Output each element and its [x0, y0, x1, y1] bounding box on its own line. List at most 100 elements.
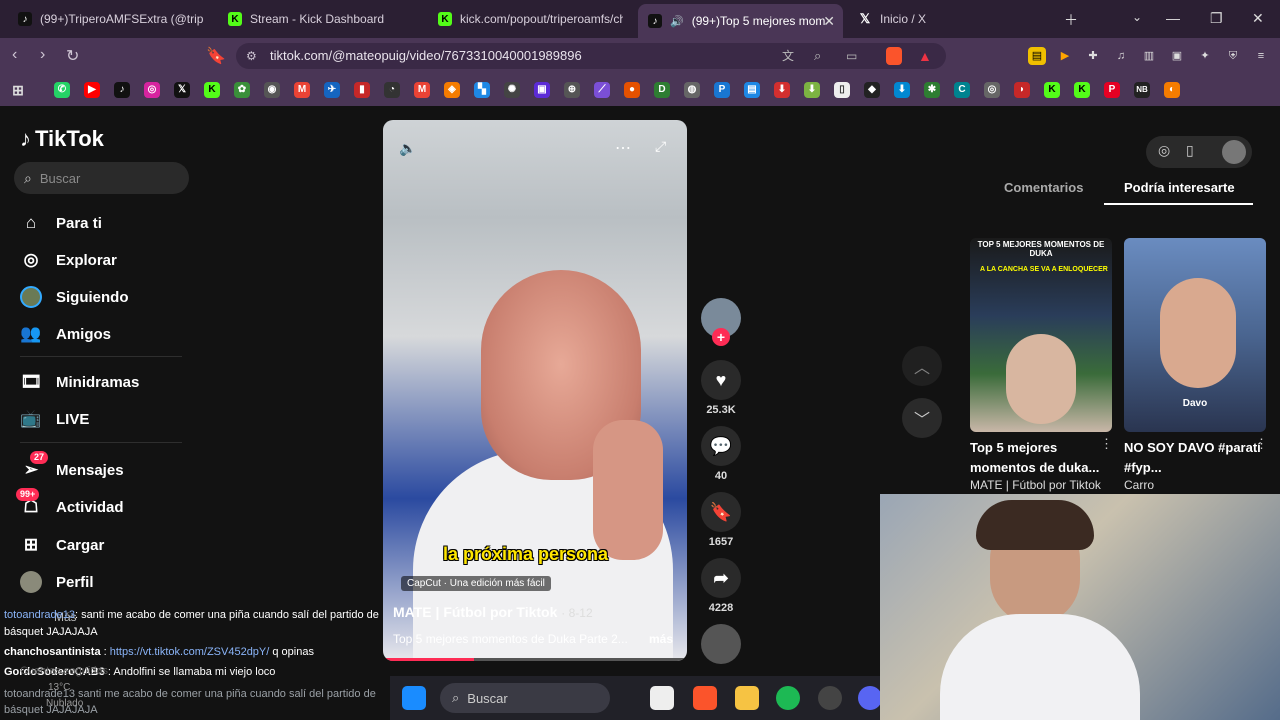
download-icon[interactable]: ⬇	[774, 82, 790, 98]
tab-podria-interesarte[interactable]: Podría interesarte	[1124, 180, 1235, 195]
nav-cargar[interactable]: ⊞ Cargar	[20, 534, 104, 556]
like-button[interactable]: ♥ 25.3K	[700, 360, 742, 416]
brave-shield-icon[interactable]	[886, 47, 902, 65]
nav-mensajes[interactable]: ➢ 27 Mensajes	[20, 451, 124, 481]
zoom-icon[interactable]: ⌕	[814, 43, 821, 69]
bookmark-icon[interactable]: D	[654, 82, 670, 98]
puzzle-icon[interactable]: ✚	[1084, 47, 1102, 65]
x-icon[interactable]: 𝕏	[174, 82, 190, 98]
kick-icon[interactable]: K	[1044, 82, 1060, 98]
tab-kick-popout[interactable]: K kick.com/popout/triperoamfs/ch	[428, 4, 633, 34]
vpn-icon[interactable]: ⛨	[1224, 47, 1242, 65]
bookmark-icon[interactable]: ✺	[504, 82, 520, 98]
tab-kick-dashboard[interactable]: K Stream - Kick Dashboard	[218, 4, 423, 34]
bookmark-icon[interactable]: ●	[624, 82, 640, 98]
whatsapp-icon[interactable]: ✆	[54, 82, 70, 98]
bookmark-icon[interactable]: ◉	[264, 82, 280, 98]
more-link[interactable]: más	[649, 632, 673, 646]
bookmark-icon[interactable]: ◍	[684, 82, 700, 98]
nav-siguiendo[interactable]: Siguiendo	[20, 286, 129, 308]
more-vertical-icon[interactable]: ⋮	[1100, 436, 1113, 452]
tiktok-icon[interactable]: ♪	[114, 82, 130, 98]
chevron-down-icon[interactable]: ⌄	[1132, 10, 1142, 24]
docs-icon[interactable]: ▤	[744, 82, 760, 98]
bookmark-icon[interactable]: ⟋	[594, 82, 610, 98]
extension-icon[interactable]: ▤	[1028, 47, 1046, 65]
author-avatar-button[interactable]: +	[700, 298, 742, 346]
avatar[interactable]	[1222, 140, 1246, 164]
chat-link[interactable]: https://vt.tiktok.com/ZSV452dpY/	[110, 646, 270, 658]
bookmark-icon[interactable]: ⊕	[564, 82, 580, 98]
music-disc-button[interactable]	[700, 624, 742, 668]
pinterest-icon[interactable]: P	[1104, 82, 1120, 98]
download-icon[interactable]: ⬇	[894, 82, 910, 98]
paypal-icon[interactable]: P	[714, 82, 730, 98]
recommended-title-1[interactable]: Top 5 mejores momentos de duka...	[970, 438, 1110, 478]
bookmark-icon[interactable]: ✈	[324, 82, 340, 98]
new-tab-icon[interactable]: ＋	[1064, 10, 1078, 30]
file-explorer-icon[interactable]	[735, 686, 759, 710]
back-icon[interactable]: ‹	[12, 46, 17, 64]
capcut-label[interactable]: CapCut · Una edición más fácil	[401, 576, 551, 591]
site-info-icon[interactable]: ⚙	[246, 43, 257, 69]
tab-comentarios[interactable]: Comentarios	[1004, 180, 1083, 195]
url-field[interactable]: ⚙ tiktok.com/@mateopuig/video/7673310040…	[236, 43, 946, 69]
nav-minidramas[interactable]: 🎞 Minidramas	[20, 371, 139, 393]
taskbar-search[interactable]: ⌕ Buscar	[440, 683, 610, 713]
bookmark-icon[interactable]: ◎	[984, 82, 1000, 98]
apps-grid-icon[interactable]: ⊞	[10, 82, 26, 98]
gmail-icon[interactable]: M	[414, 82, 430, 98]
tiktok-logo[interactable]: ♪ TikTok	[20, 126, 104, 152]
more-vertical-icon[interactable]: ⋮	[1255, 436, 1268, 452]
bookmark-icon[interactable]: ▚	[474, 82, 490, 98]
brave-rewards-icon[interactable]: ▲	[918, 43, 932, 69]
recommended-thumb-1[interactable]: TOP 5 MEJORES MOMENTOS DE DUKA A LA CANC…	[970, 238, 1112, 432]
save-button[interactable]: 🔖 1657	[700, 492, 742, 548]
recommended-author-1[interactable]: MATE | Fútbol por Tiktok	[970, 478, 1101, 492]
nav-live[interactable]: 📺 LIVE	[20, 408, 89, 430]
forward-icon[interactable]: ›	[40, 46, 45, 64]
nav-perfil[interactable]: Perfil	[20, 571, 94, 593]
nav-actividad[interactable]: ☖ 99+ Actividad	[16, 488, 124, 518]
bookmark-icon[interactable]: ◗	[1014, 82, 1030, 98]
leo-ai-icon[interactable]: ✦	[1196, 47, 1214, 65]
video-author[interactable]: MATE | Fútbol por Tiktok · 8-12	[393, 604, 593, 620]
bookmark-icon[interactable]: ◆	[864, 82, 880, 98]
bookmark-icon[interactable]: ◈	[444, 82, 460, 98]
recommended-author-2[interactable]: Carro	[1124, 478, 1154, 492]
bookmark-icon[interactable]: ◐	[1164, 82, 1180, 98]
recommended-title-2[interactable]: NO SOY DAVO #paratí #fyp...	[1124, 438, 1264, 478]
nav-amigos[interactable]: 👥 Amigos	[20, 323, 111, 345]
bookmark-icon[interactable]: 🔖	[206, 46, 226, 66]
maximize-icon[interactable]: ❐	[1210, 10, 1223, 27]
task-view-icon[interactable]	[650, 686, 674, 710]
tab-tiktok-top5[interactable]: ♪ 🔊 (99+)Top 5 mejores mom ✕	[638, 4, 843, 38]
recommended-thumb-2[interactable]: Davo	[1124, 238, 1266, 432]
bookmark-icon[interactable]: ✱	[924, 82, 940, 98]
search-input[interactable]: ⌕ Buscar	[14, 162, 189, 194]
speaker-icon[interactable]: 🔊	[670, 15, 684, 28]
windows-start-icon[interactable]	[402, 686, 426, 710]
phone-icon[interactable]: ▯	[1186, 142, 1194, 159]
follow-plus-icon[interactable]: +	[712, 328, 730, 346]
close-tab-icon[interactable]: ✕	[823, 13, 835, 30]
chart-icon[interactable]: ▮	[354, 82, 370, 98]
next-video-button[interactable]: ﹀	[902, 398, 942, 438]
tab-x-inicio[interactable]: 𝕏 Inicio / X	[848, 4, 1048, 34]
bookmark-icon[interactable]: ✿	[234, 82, 250, 98]
bookmark-icon[interactable]: ▣	[534, 82, 550, 98]
cast-icon[interactable]: ▭	[846, 43, 857, 69]
tab-tiktok-tripero[interactable]: ♪ (99+)TriperoAMFSExtra (@tripero	[8, 4, 213, 34]
fullscreen-icon[interactable]: ⤢	[655, 138, 666, 155]
video-player[interactable]: 🔈 ⋯ ⤢ la próxima persona CapCut · Una ed…	[383, 120, 687, 661]
close-window-icon[interactable]: ✕	[1252, 10, 1264, 27]
minimize-icon[interactable]: —	[1166, 10, 1180, 26]
bookmark-icon[interactable]: ▯	[834, 82, 850, 98]
bookmark-icon[interactable]: ◔	[384, 82, 400, 98]
spotify-icon[interactable]	[776, 686, 800, 710]
bookmark-icon[interactable]: C	[954, 82, 970, 98]
discord-icon[interactable]	[858, 686, 882, 710]
nav-para-ti[interactable]: ⌂ Para ti	[20, 212, 102, 234]
previous-video-button[interactable]: ︿	[902, 346, 942, 386]
kick-icon[interactable]: K	[204, 82, 220, 98]
